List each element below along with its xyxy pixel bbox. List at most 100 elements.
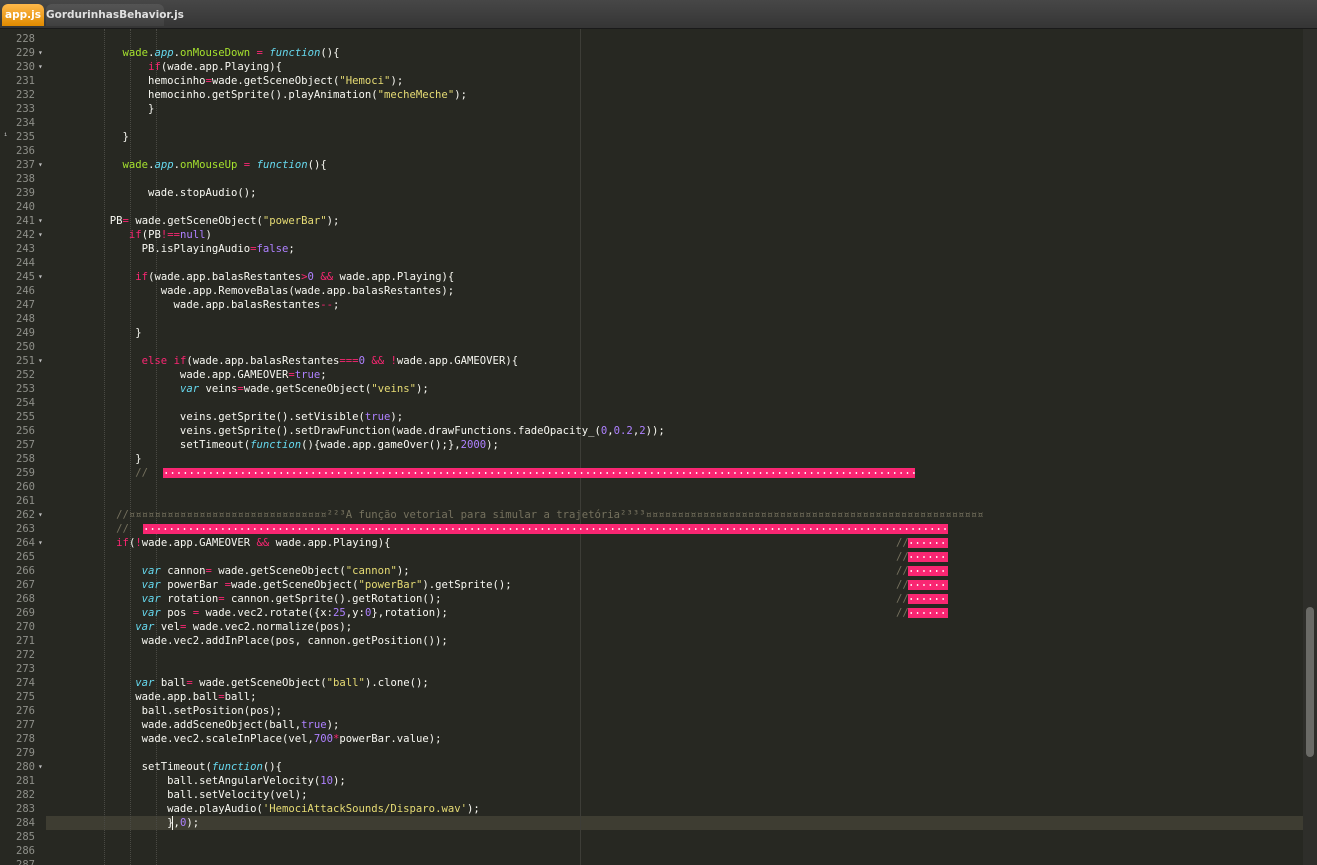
line-number: 268 [16,593,35,605]
line-number: 272 [16,649,35,661]
line-number: 243 [16,243,35,255]
line-number: 260 [16,481,35,493]
bookmark-icon: ⁱ [3,132,9,142]
line-number: 236 [16,145,35,157]
code-line: if(wade.app.Playing){ [148,61,283,73]
line-number: 247 [16,299,35,311]
code-line: } [46,103,155,115]
line-number: 270 [16,621,35,633]
fold-icon[interactable]: ▾ [38,508,43,522]
side-comment: // [896,579,909,591]
line-number: 264 [16,537,35,549]
tab-app-js[interactable]: app.js [2,4,44,26]
code-line: var veins=wade.getSceneObject("veins"); [179,383,429,395]
code-line: wade.app.onMouseUp = function(){ [122,159,327,171]
line-number: 254 [16,397,35,409]
line-number: 284 [16,817,35,829]
line-number: 285 [16,831,35,843]
code-line: } [46,453,142,465]
line-number: 232 [16,89,35,101]
fold-icon[interactable]: ▾ [38,228,43,242]
line-number: 240 [16,201,35,213]
highlight-marker [908,608,948,618]
code-line: } [46,327,142,339]
fold-icon[interactable]: ▾ [38,46,43,60]
line-number: 278 [16,733,35,745]
line-number: 262 [16,509,35,521]
fold-icon[interactable]: ▾ [38,536,43,550]
scrollbar-thumb[interactable] [1306,607,1314,757]
line-number: 255 [16,411,35,423]
line-number: 228 [16,33,35,45]
code-line: wade.app.GAMEOVER=true; [46,369,327,381]
code-line: // [46,467,149,479]
side-comment: // [896,593,909,605]
code-line: },0); [46,817,200,829]
line-number: 286 [16,845,35,857]
line-number: 246 [16,285,35,297]
code-line: hemocinho=wade.getSceneObject("Hemoci"); [46,75,404,87]
line-number: 276 [16,705,35,717]
current-line-highlight [46,816,1303,830]
code-line: if(PB!==null) [128,229,212,241]
code-line: setTimeout(function(){wade.app.gameOver(… [46,439,499,451]
fold-icon[interactable]: ▾ [38,60,43,74]
code-editor[interactable]: 228 229 ▾ 230 ▾ 231 232 233 234 235 ⁱ 236 237 ▾ 238 239… [0,29,1303,865]
line-number: 249 [16,327,35,339]
fold-icon[interactable]: ▾ [38,354,43,368]
line-number: 283 [16,803,35,815]
code-line: var rotation= cannon.getSprite().getRota… [141,593,442,605]
line-number: 242 [16,229,35,241]
line-number: 287 [16,859,35,865]
code-line: ball.setPosition(pos); [46,705,282,717]
line-number: 238 [16,173,35,185]
highlight-marker [908,580,948,590]
code-line: wade.app.balasRestantes--; [46,299,340,311]
highlight-marker [143,524,948,534]
code-line: veins.getSprite().setDrawFunction(wade.d… [46,425,665,437]
line-number: 263 [16,523,35,535]
tab-gordurinhas-behavior-js[interactable]: GordurinhasBehavior.js [46,4,184,26]
side-comment: // [896,537,909,549]
line-number: 250 [16,341,35,353]
line-number-gutter: 228 229 ▾ 230 ▾ 231 232 233 234 235 ⁱ 236 237 ▾ 238 239… [0,29,46,865]
vertical-scrollbar[interactable] [1303,29,1317,865]
line-number: 245 [16,271,35,283]
code-line: ball.setVelocity(vel); [46,789,308,801]
line-number: 267 [16,579,35,591]
code-line: ball.setAngularVelocity(10); [46,775,346,787]
code-area[interactable]: wade.app.onMouseDown = function(){ if(wa… [46,29,1303,865]
line-number: 233 [16,103,35,115]
line-number: 274 [16,677,35,689]
line-number: 273 [16,663,35,675]
code-line: // [46,523,129,535]
fold-icon[interactable]: ▾ [38,214,43,228]
line-number: 237 [16,159,35,171]
fold-icon[interactable]: ▾ [38,158,43,172]
highlight-marker [908,594,948,604]
fold-icon[interactable]: ▾ [38,760,43,774]
line-number: 265 [16,551,35,563]
code-line: var powerBar =wade.getSceneObject("power… [141,579,512,591]
highlight-marker [908,538,948,548]
line-number: 234 [16,117,35,129]
line-number: 257 [16,439,35,451]
line-number: 256 [16,425,35,437]
line-number: 251 [16,355,35,367]
line-number: 275 [16,691,35,703]
tab-bar: app.js GordurinhasBehavior.js [0,0,1317,29]
code-line: var ball= wade.getSceneObject("ball").cl… [135,677,429,689]
line-number: 279 [16,747,35,759]
line-number: 244 [16,257,35,269]
side-comment: // [896,565,909,577]
line-number: 241 [16,215,35,227]
code-line: PB= wade.getSceneObject("powerBar"); [46,215,340,227]
highlight-marker [908,552,948,562]
fold-icon[interactable]: ▾ [38,270,43,284]
line-number: 282 [16,789,35,801]
line-number: 269 [16,607,35,619]
code-line: wade.stopAudio(); [46,187,257,199]
line-number: 248 [16,313,35,325]
line-number: 266 [16,565,35,577]
text-cursor [171,816,173,830]
